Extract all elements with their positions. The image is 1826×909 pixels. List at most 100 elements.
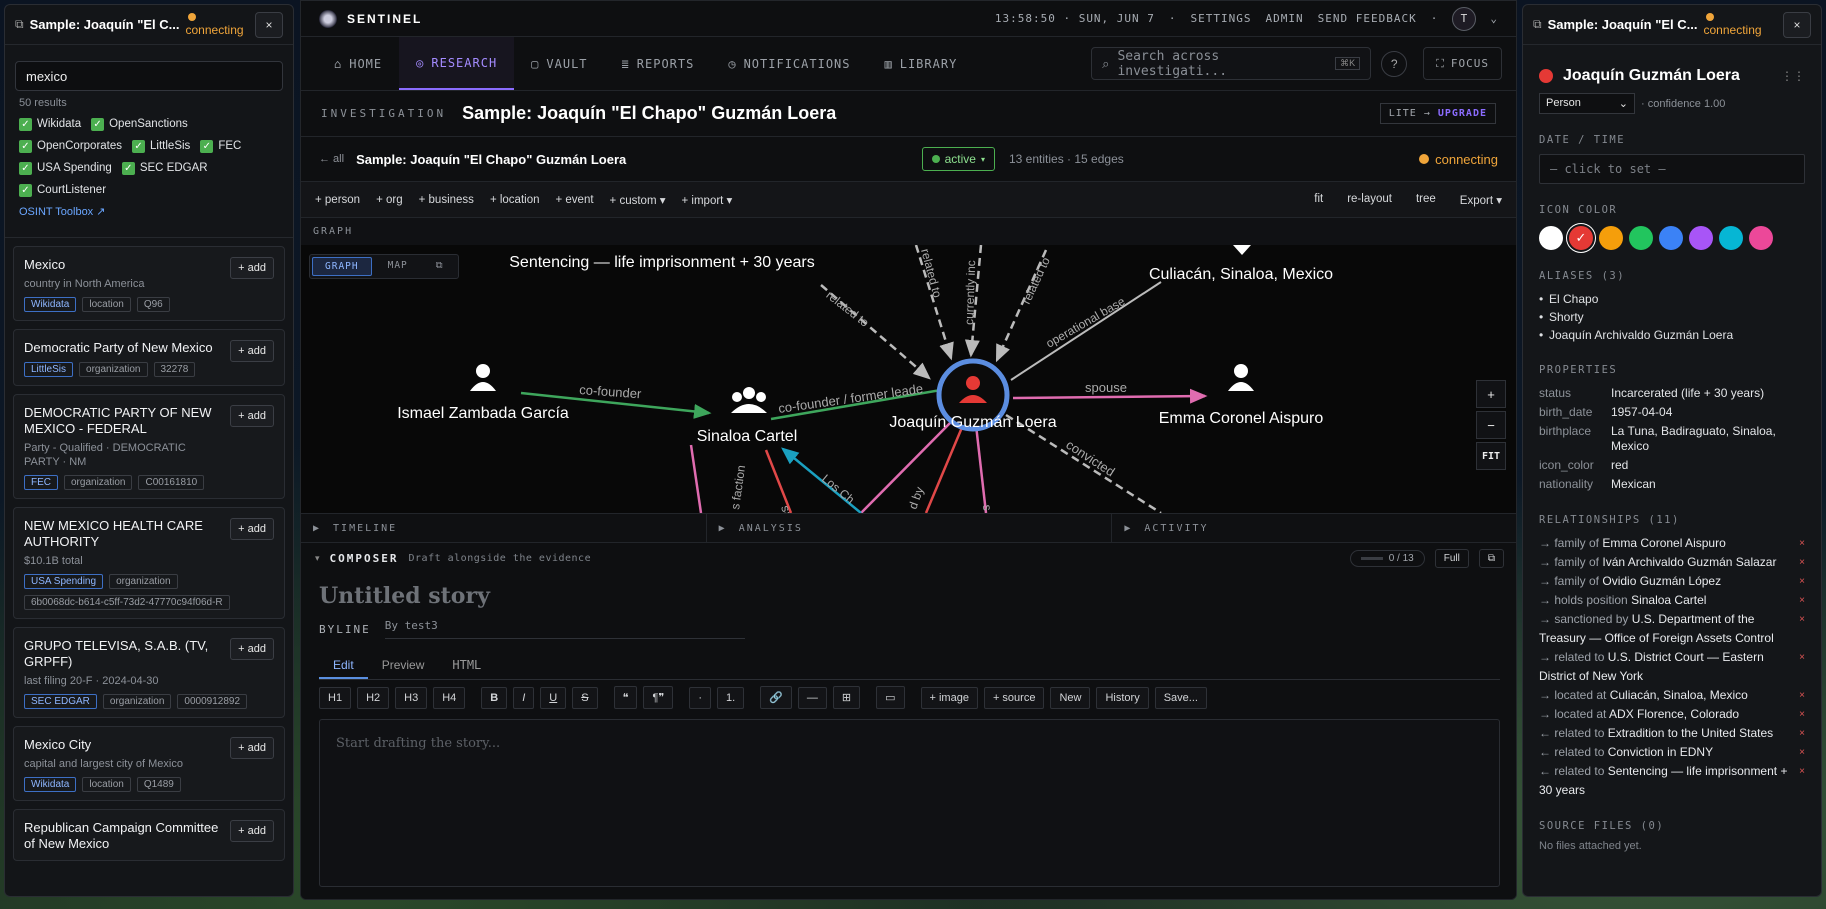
relationship-item[interactable]: → located at Culiacán, Sinaloa, Mexico × [1539,686,1805,705]
graph-edge[interactable] [1012,388,1208,404]
remove-icon[interactable]: × [1799,572,1805,591]
color-swatch-blue[interactable] [1659,226,1683,250]
fit-zoom-button[interactable]: FIT [1476,442,1506,470]
tab-reports[interactable]: ≣ REPORTS [605,37,712,90]
relationship-item[interactable]: → family of Iván Archivaldo Guzmán Salaz… [1539,553,1805,572]
graph-node-culiacan[interactable]: Culiacán, Sinaloa, Mexico [1149,245,1333,283]
focus-button[interactable]: ⛶ FOCUS [1423,47,1502,80]
bullet-list-icon[interactable]: · [689,686,711,709]
result-card[interactable]: DEMOCRATIC PARTY OF NEW MEXICO - FEDERAL… [13,394,285,499]
table-icon[interactable]: ⊞ [832,686,861,709]
timeline-panel-toggle[interactable]: ▶ TIMELINE [301,514,707,542]
upgrade-button[interactable]: LITE → UPGRADE [1379,103,1496,124]
osint-toolbox-link[interactable]: OSINT Toolbox ↗ [5,199,293,224]
add-result-button[interactable]: + add [230,820,274,842]
graph-node-sentencing[interactable]: Sentencing — life imprisonment + 30 year… [509,254,814,271]
chevron-down-icon[interactable]: ⌄ [1490,12,1498,25]
tab-notifications[interactable]: ◷ NOTIFICATIONS [711,37,867,90]
relationship-item[interactable]: ← related to Conviction in EDNY × [1539,743,1805,762]
tab-library[interactable]: ▥ LIBRARY [868,37,975,90]
h4-button[interactable]: H4 [433,686,466,709]
admin-link[interactable]: ADMIN [1266,12,1304,25]
result-card[interactable]: NEW MEXICO HEALTH CARE AUTHORITY $10.1B … [13,507,285,619]
source-checkbox-courtlistener[interactable]: ✓ CourtListener [19,181,106,199]
byline-input[interactable]: By test3 [384,619,745,639]
relationship-item[interactable]: → holds position Sinaloa Cartel × [1539,591,1805,610]
tab-research[interactable]: ◎ RESEARCH [399,37,515,90]
full-button[interactable]: Full [1434,548,1469,568]
source-checkbox-usaspending[interactable]: ✓ USA Spending [19,159,112,177]
source-checkbox-secedgar[interactable]: ✓ SEC EDGAR [121,159,208,177]
tab-vault[interactable]: ▢ VAULT [514,37,604,90]
drag-handle-icon[interactable]: ⋮⋮ [1781,69,1805,83]
close-button[interactable]: × [1783,11,1811,38]
add-person-button[interactable]: + person [315,194,360,206]
graph-edge[interactable] [974,424,988,513]
remove-icon[interactable]: × [1799,762,1805,781]
color-swatch-pink[interactable] [1749,226,1773,250]
tab-home[interactable]: ⌂ HOME [317,37,399,90]
add-business-button[interactable]: + business [419,194,474,206]
copy-icon[interactable]: ⧉ [1478,548,1504,568]
graph-node-ismael[interactable]: Ismael Zambada García [397,364,569,422]
relationship-item[interactable]: → family of Emma Coronel Aispuro × [1539,534,1805,553]
graph-edge[interactable] [860,419,954,513]
add-result-button[interactable]: + add [230,737,274,759]
add-org-button[interactable]: + org [376,194,403,206]
underline-button[interactable]: U [540,686,567,709]
add-result-button[interactable]: + add [230,257,274,279]
fit-button[interactable]: fit [1314,193,1323,207]
caret-down-icon[interactable]: ▾ [315,553,320,564]
date-field[interactable]: — click to set — [1539,154,1805,184]
graph-canvas[interactable]: GRAPH MAP ⧉ related to related to curren… [301,245,1516,513]
tab-graph[interactable]: GRAPH [312,257,372,276]
numbered-list-icon[interactable]: 1. [716,686,745,709]
quote-icon[interactable]: ❝ [613,686,638,709]
color-swatch-purple[interactable] [1689,226,1713,250]
source-checkbox-wikidata[interactable]: ✓ Wikidata [19,115,81,133]
story-editor[interactable]: Start drafting the story... [319,719,1500,887]
global-search-input[interactable]: ⌕ Search across investigati... ⌘K [1091,47,1372,80]
result-card[interactable]: Democratic Party of New Mexico LittleSis… [13,329,285,386]
relayout-button[interactable]: re-layout [1347,193,1392,207]
remove-icon[interactable]: × [1799,648,1805,667]
remove-icon[interactable]: × [1799,591,1805,610]
relationship-item[interactable]: → related to U.S. District Court — Easte… [1539,648,1805,686]
back-link[interactable]: ← all [319,153,344,165]
italic-button[interactable]: I [513,686,535,709]
link-icon[interactable]: 🔗 [760,686,792,709]
add-result-button[interactable]: + add [230,638,274,660]
import-button[interactable]: + import ▾ [682,193,733,207]
tree-button[interactable]: tree [1416,193,1436,207]
source-checkbox-opensanctions[interactable]: ✓ OpenSanctions [91,115,188,133]
relationship-item[interactable]: → located at ADX Florence, Colorado × [1539,705,1805,724]
pullquote-icon[interactable]: ¶❞ [643,686,674,709]
zoom-in-button[interactable]: + [1476,380,1506,408]
graph-edge[interactable] [924,424,965,513]
history-button[interactable]: History [1096,686,1149,709]
add-custom-button[interactable]: + custom ▾ [610,193,666,207]
close-button[interactable]: × [255,11,283,38]
color-swatch-red[interactable]: ✓ [1569,226,1593,250]
tab-edit[interactable]: Edit [319,653,368,679]
settings-link[interactable]: SETTINGS [1191,12,1252,25]
status-dropdown[interactable]: active ▾ [921,147,995,171]
strikethrough-button[interactable]: S [572,686,598,709]
relationship-item[interactable]: ← related to Extradition to the United S… [1539,724,1805,743]
help-button[interactable]: ? [1381,51,1408,77]
story-title-input[interactable]: Untitled story [301,573,1516,609]
tab-map[interactable]: MAP [376,257,420,276]
result-card[interactable]: Republican Campaign Committee of New Mex… [13,809,285,861]
h2-button[interactable]: H2 [357,686,390,709]
tab-html[interactable]: HTML [438,653,495,679]
color-swatch-orange[interactable] [1599,226,1623,250]
graph-edge[interactable] [764,449,793,513]
color-swatch-white[interactable] [1539,226,1563,250]
remove-icon[interactable]: × [1799,610,1805,629]
add-result-button[interactable]: + add [230,518,274,540]
remove-icon[interactable]: × [1799,553,1805,572]
save-button[interactable]: Save... [1154,686,1207,709]
analysis-panel-toggle[interactable]: ▶ ANALYSIS [707,514,1113,542]
activity-panel-toggle[interactable]: ▶ ACTIVITY [1112,514,1516,542]
new-button[interactable]: New [1050,686,1091,709]
